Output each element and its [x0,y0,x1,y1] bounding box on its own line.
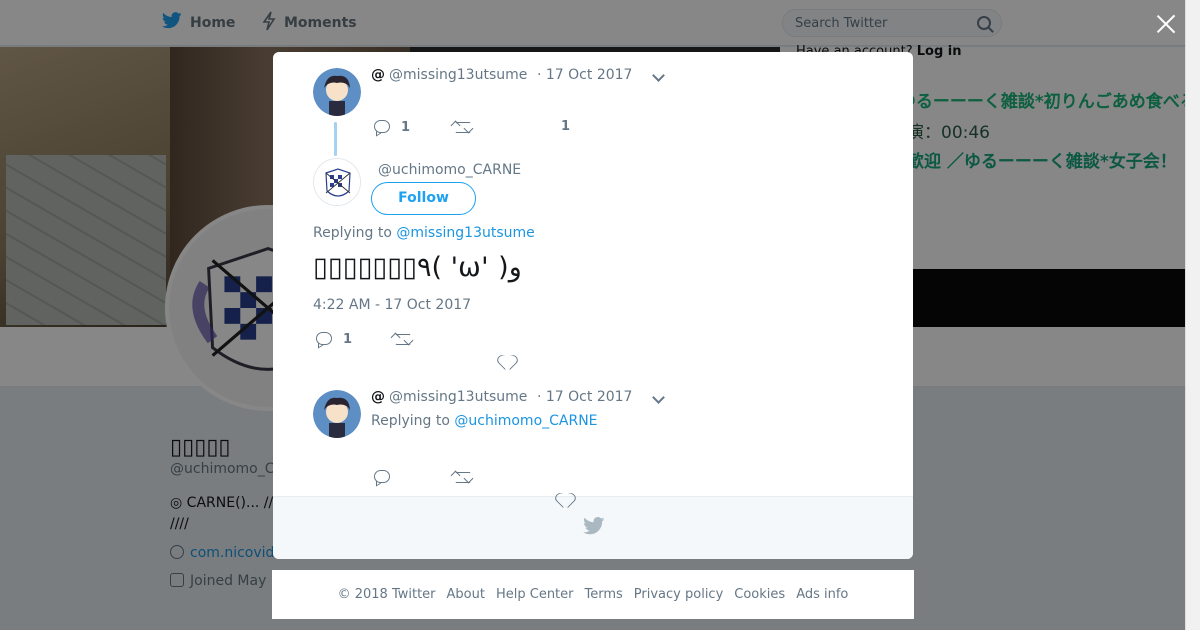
tweet-1-time[interactable]: · 17 Oct 2017 [537,67,632,83]
replying-prefix: Replying to [313,225,392,241]
heart-icon [500,355,518,371]
tweet-1-handle[interactable]: @ @missing13utsume [371,67,527,83]
main-tweet-replying: Replying to @missing13utsume [313,225,535,241]
reply-tweet-avatar[interactable] [313,390,361,438]
footer-link-cookies[interactable]: Cookies [734,587,785,602]
retweet-icon [390,331,414,347]
main-tweet-avatar[interactable] [313,158,361,206]
reply-icon [315,331,333,347]
chevron-down-icon[interactable] [653,71,663,81]
retweet-button[interactable] [450,119,474,135]
retweet-icon [450,119,474,135]
tweet-avatar[interactable] [313,68,361,116]
footer-link-terms[interactable]: Terms [585,587,623,602]
main-retweet-button[interactable] [390,331,414,347]
tweet-modal: @ @missing13utsume · 17 Oct 2017 1 1 @uch… [273,52,913,559]
tweet-3-retweet-button[interactable] [450,469,474,485]
replying-mention-link[interactable]: @missing13utsume [396,225,534,241]
reply-icon [373,119,391,135]
modal-footer [273,496,913,559]
heart-icon [558,493,576,509]
chevron-down-icon[interactable] [653,393,663,403]
tweet-3-time[interactable]: · 17 Oct 2017 [537,389,632,405]
replying-mention-link[interactable]: @uchimomo_CARNE [454,413,597,429]
follow-button[interactable]: Follow [371,182,476,215]
main-tweet-text: ▯▯▯▯▯▯▯٩( 'ω' )و [313,252,522,283]
replying-prefix: Replying to [371,413,450,429]
close-icon[interactable] [1154,12,1178,36]
tweet-3-replying: Replying to @uchimomo_CARNE [371,413,598,429]
reply-count: 1 [401,119,411,135]
tweet-3-display-name[interactable]: @ [371,389,385,405]
tweet-1-display-name[interactable]: @ [371,67,385,83]
tweet-3-screen-name[interactable]: @missing13utsume [389,389,527,405]
page-scrollbar[interactable] [1185,0,1200,630]
tweet-1-screen-name[interactable]: @missing13utsume [389,67,527,83]
footer-link-help-center[interactable]: Help Center [496,587,574,602]
like-count: 1 [561,119,571,134]
footer-link-about[interactable]: About [447,587,485,602]
site-footer: © 2018 Twitter About Help Center Terms P… [272,570,914,619]
thread-connector-line [334,122,337,156]
twitter-bird-icon [583,517,605,535]
tweet-3-reply-button[interactable] [373,469,391,485]
reply-button[interactable]: 1 [373,119,410,135]
like-count-label[interactable]: 1 [561,119,570,134]
reply-icon [373,469,391,485]
tweet-3-handle[interactable]: @ @missing13utsume [371,389,527,405]
footer-copyright: © 2018 Twitter [337,587,436,602]
footer-link-privacy[interactable]: Privacy policy [634,587,723,602]
main-reply-count: 1 [343,331,353,347]
retweet-icon [450,469,474,485]
tweet-3-like-button[interactable] [558,493,576,509]
footer-link-ads-info[interactable]: Ads info [796,587,848,602]
main-tweet-timestamp[interactable]: 4:22 AM - 17 Oct 2017 [313,297,471,313]
main-tweet-handle[interactable]: @uchimomo_CARNE [378,162,521,178]
main-like-button[interactable] [500,355,518,371]
main-reply-button[interactable]: 1 [315,331,352,347]
